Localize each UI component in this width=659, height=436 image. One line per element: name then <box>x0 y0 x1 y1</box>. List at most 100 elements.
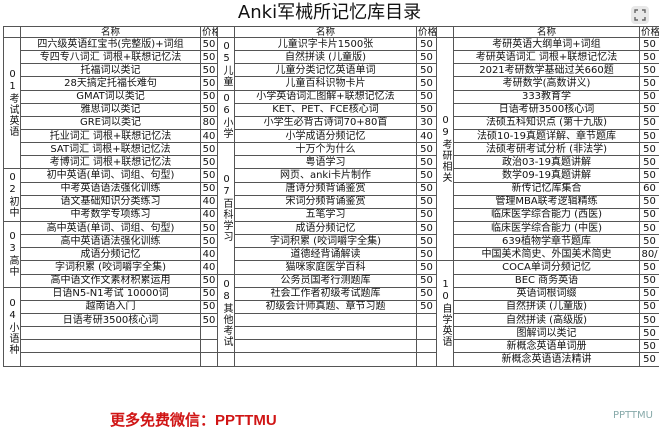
item-name <box>20 339 201 354</box>
item-price: 50 <box>416 102 437 117</box>
item-price: 50 <box>200 168 218 183</box>
category-label: 04小语种 <box>3 286 21 367</box>
item-name: 临床医学综合能力 (西医) <box>453 207 640 222</box>
category-label: 08其他考试 <box>217 273 235 354</box>
item-name: 考博词汇 词根+联想记忆法 <box>20 155 201 170</box>
table-row: 新概念英语语法精讲 50 <box>4 352 659 367</box>
item-price: 50 <box>639 207 659 222</box>
item-name <box>20 326 201 341</box>
item-name: 粤语学习 <box>234 155 417 170</box>
item-name: 日语N5-N1考试 10000词 <box>20 286 201 301</box>
item-price: 50 <box>416 273 437 288</box>
item-price: 50 <box>416 155 437 170</box>
watermark-text: 更多免费微信：PPTTMU <box>110 412 277 429</box>
item-name: 小学英语词汇图解+联想记忆法 <box>234 89 417 104</box>
table-row: 02初中 初中英语(单词、词组、句型) 50 网页、anki卡片制作 50 数学09-19… <box>3 168 659 222</box>
table-row: 图解词以类记 50 <box>4 326 659 341</box>
category-label: 01考试英语 <box>3 36 21 170</box>
table-row: 雅思词以类记 50 KET、PET、FCE核心词 50 日语考研3500核心词 50 <box>4 102 659 117</box>
item-price: 50 <box>639 50 659 65</box>
item-price: 50 <box>639 36 659 52</box>
item-name: 宋词分频背诵鉴赏 <box>234 194 417 209</box>
item-price: 50 <box>200 273 218 288</box>
item-price <box>200 326 218 341</box>
item-price: 40 <box>416 128 437 144</box>
table-row: 高中英语语法强化训练 50 字词积累 (咬词嚼字全集) 50 639植物学章节题库 50 <box>4 234 659 249</box>
item-name: 成语分频记忆 <box>234 220 417 236</box>
category-label: 05儿童 <box>217 37 235 91</box>
item-price: 50 <box>416 36 437 52</box>
empty-cell <box>217 352 235 367</box>
table-row: 日语考研3500核心词 50 自然拼读 (高级版) 50 <box>4 312 659 328</box>
header-price: 价格 <box>200 26 218 38</box>
item-price: 40 <box>200 194 218 209</box>
item-name: 网页、anki卡片制作 <box>234 168 417 183</box>
item-name: 四六级英语红宝书(完整版)+词组 <box>20 36 201 52</box>
table-row: 28天搞定托福长难句 50 儿童百科识物卡片 50 考研数学(高数讲义) 50 <box>4 76 659 91</box>
category-label: 10自学英语 <box>436 260 454 367</box>
item-price: 50 <box>416 63 437 78</box>
item-price: 50 <box>416 194 437 209</box>
item-name: 新概念英语单词册 <box>453 339 640 354</box>
header-name: 名称 <box>20 26 201 38</box>
item-name: 新概念英语语法精讲 <box>453 352 640 367</box>
table-row: 成语分频记忆 40 道德经背诵解读 50 中国美术简史、外国美术简史 80/ <box>4 247 659 262</box>
item-price: 50 <box>416 299 437 314</box>
item-name: 托福词以类记 <box>20 63 201 78</box>
item-name: 中国美术简史、外国美术简史 <box>453 247 640 262</box>
header-name: 名称 <box>234 26 417 38</box>
item-name: 初中英语(单词、词组、句型) <box>20 168 201 183</box>
item-price: 50 <box>639 326 659 341</box>
table-row: 高中语文作文素材积累运用 50 08其他考试 公务员国考行测题库 50 BEC 商务英语 5… <box>4 273 659 354</box>
item-price: 50 <box>200 76 218 91</box>
item-name: 托业词汇 词根+联想记忆法 <box>20 128 201 144</box>
category-label: 02初中 <box>3 168 21 222</box>
header-price: 价格 <box>416 26 437 38</box>
item-name: 日语考研3500核心词 <box>453 102 640 117</box>
item-name: 十万个为什么 <box>234 142 417 157</box>
table-row: 越南语入门 50 初级会计师真题、章节习题 50 自然拼读 (儿童版) 50 <box>4 299 659 314</box>
item-name: KET、PET、FCE核心词 <box>234 102 417 117</box>
item-price: 50 <box>639 352 659 367</box>
item-price: 50 <box>200 50 218 65</box>
item-price: 40 <box>200 260 218 275</box>
table-row: 04小语种 日语N5-N1考试 10000词 50 社会工作者初级考试题库 50 英语词根… <box>3 286 659 367</box>
item-price: 50 <box>639 339 659 354</box>
item-name <box>20 352 201 367</box>
item-name: 考研英语大纲单词+词组 <box>453 36 640 52</box>
item-price: 50 <box>639 234 659 249</box>
item-name: 唐诗分频背诵鉴赏 <box>234 181 417 196</box>
table-row: 新概念英语单词册 50 <box>4 339 659 354</box>
item-price: 50 <box>639 168 659 183</box>
item-name <box>234 312 417 328</box>
item-name: 639植物学章节题库 <box>453 234 640 249</box>
item-price: 50 <box>639 220 659 236</box>
item-name: 五笔学习 <box>234 207 417 222</box>
item-name: 儿童百科识物卡片 <box>234 76 417 91</box>
item-name: 初级会计师真题、章节习题 <box>234 299 417 314</box>
item-name: 日语考研3500核心词 <box>20 312 201 328</box>
item-name: 28天搞定托福长难句 <box>20 76 201 91</box>
item-name: 字词积累 (咬词嚼字全集) <box>234 234 417 249</box>
table-row: 考博词汇 词根+联想记忆法 50 粤语学习 50 政治03-19真题讲解 50 <box>4 155 659 170</box>
item-price <box>200 339 218 354</box>
item-price: 50 <box>200 63 218 78</box>
item-price: 50 <box>416 142 437 157</box>
item-name: 成语分频记忆 <box>20 247 201 262</box>
item-name: 333教育学 <box>453 89 640 104</box>
item-name: 猫咪家庭医学百科 <box>234 260 417 275</box>
item-price: 50 <box>200 155 218 170</box>
item-name: 字词积累 (咬词嚼字全集) <box>20 260 201 275</box>
empty-cell <box>416 352 437 367</box>
item-name: 道德经背诵解读 <box>234 247 417 262</box>
item-name: 高中英语(单词、词组、句型) <box>20 220 201 236</box>
page-title: Anki军械所记忆库目录 <box>237 2 422 23</box>
item-price: 50 <box>200 299 218 314</box>
item-name: 临床医学综合能力 (中医) <box>453 220 640 236</box>
item-price: 50 <box>639 312 659 328</box>
item-name: 高中语文作文素材积累运用 <box>20 273 201 288</box>
item-price: 50 <box>416 286 437 301</box>
item-price: 50 <box>416 168 437 183</box>
table-row: 专四专八词汇 词根+联想记忆法 50 自然拼读 (儿童版) 50 考研英语词汇 词根+联… <box>4 50 659 65</box>
expand-icon[interactable] <box>631 6 649 24</box>
